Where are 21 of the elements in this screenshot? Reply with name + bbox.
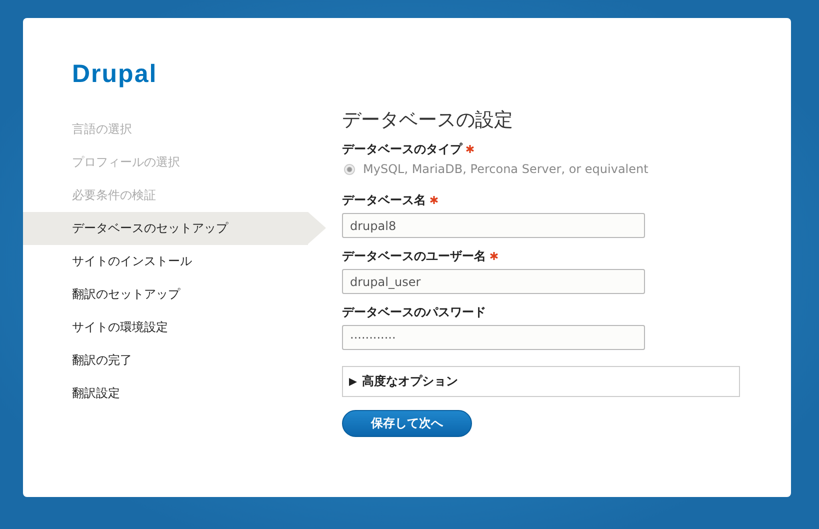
caret-icon: [349, 378, 357, 386]
field-label: データベースのユーザー名: [342, 248, 740, 265]
input-field[interactable]: drupal_user: [342, 269, 645, 294]
field-label: データベースのタイプ: [342, 141, 740, 158]
page-heading: データベースの設定: [342, 108, 514, 133]
input-field[interactable]: ············: [342, 325, 645, 350]
input-field[interactable]: drupal8: [342, 213, 645, 238]
step-item: 翻訳のセットアップ: [71, 286, 182, 303]
save-button[interactable]: 保存して次へ: [342, 410, 472, 437]
field-label: データベースのパスワード: [342, 304, 487, 321]
logo: Drupal: [71, 60, 158, 89]
advanced-options-toggle[interactable]: 高度なオプション: [342, 366, 740, 397]
step-item: 必要条件の検証: [71, 187, 157, 204]
radio-label: MySQL, MariaDB, Percona Server, or equivalent: [363, 162, 648, 176]
step-item: 翻訳の完了: [71, 352, 133, 369]
step-item: 言語の選択: [71, 121, 133, 138]
step-item: プロフィールの選択: [71, 154, 181, 171]
step-item: 翻訳設定: [71, 385, 121, 402]
field-label: データベース名: [342, 192, 740, 209]
step-item: サイトの環境設定: [71, 319, 169, 336]
step-item: サイトのインストール: [71, 253, 193, 270]
